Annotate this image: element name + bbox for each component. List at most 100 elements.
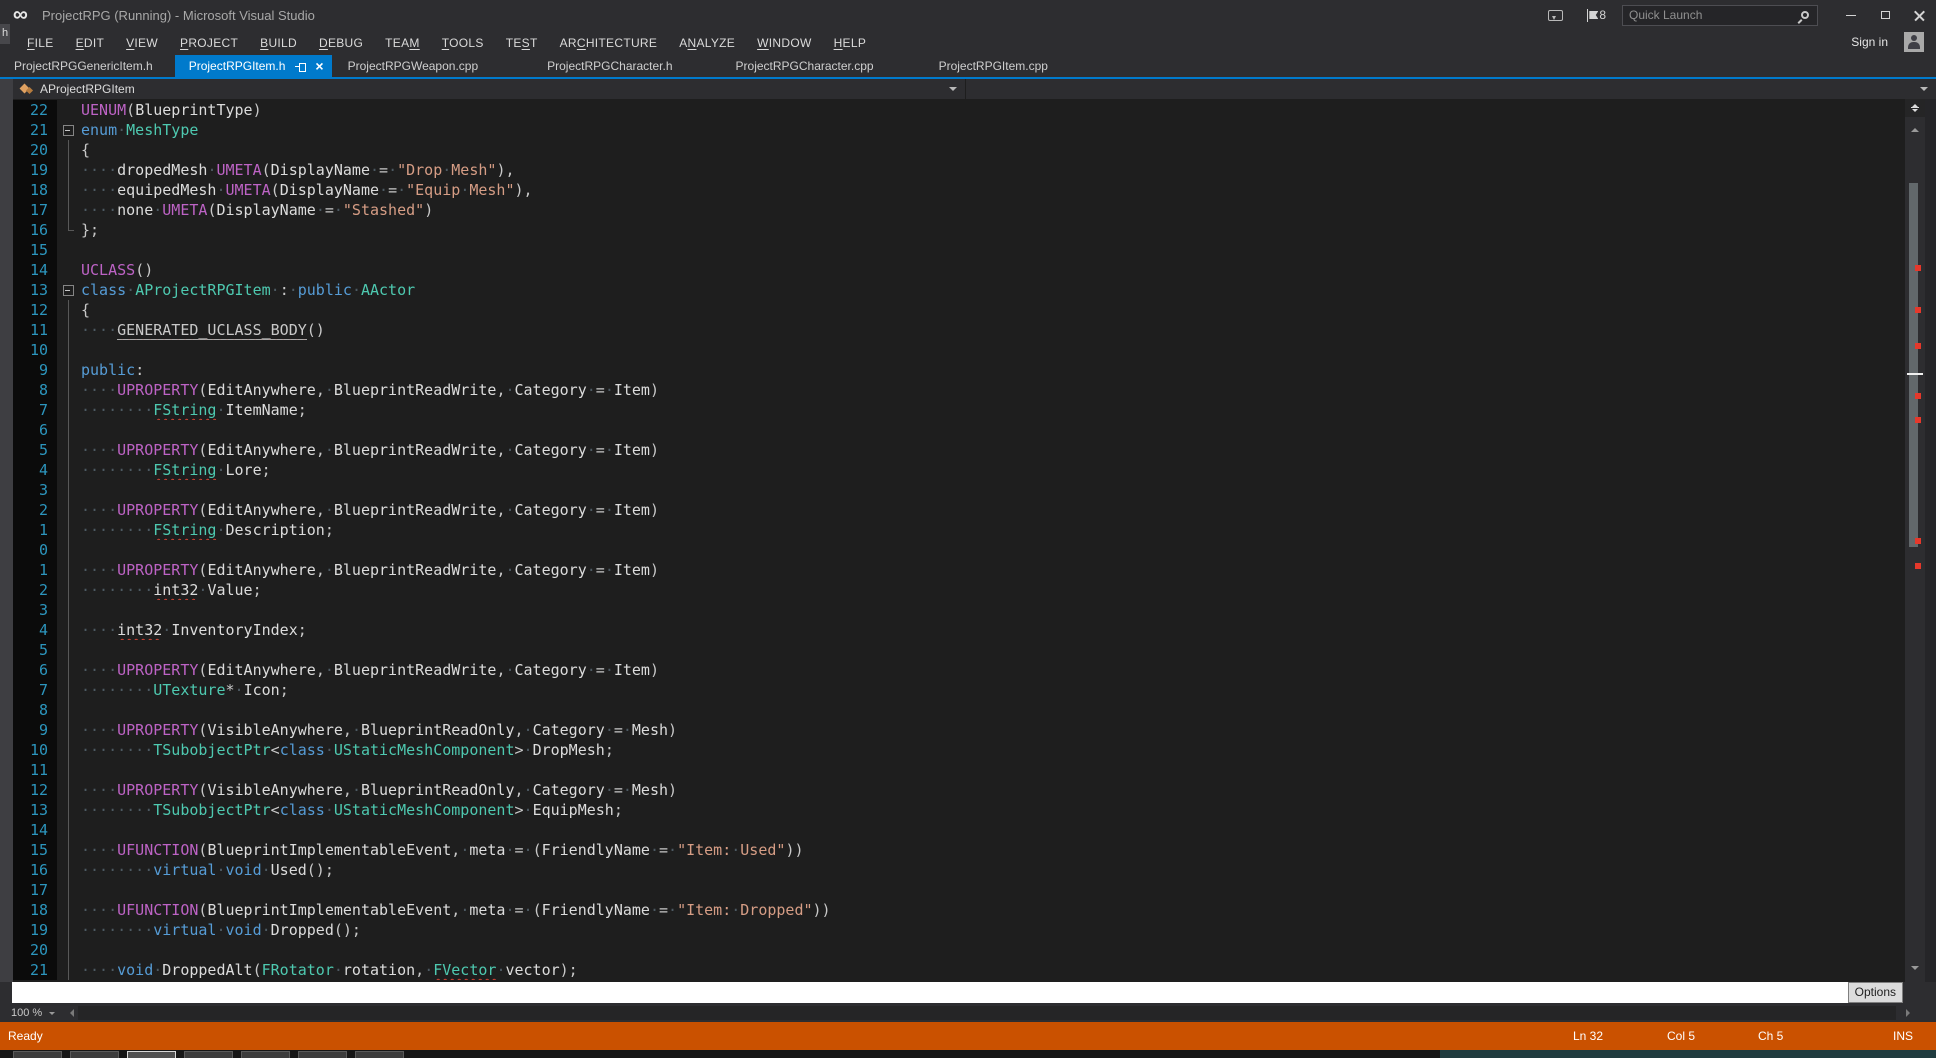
sign-in-link[interactable]: Sign in (1851, 35, 1888, 49)
tab-projectrpgcharacter.h[interactable]: ProjectRPGCharacter.h (533, 55, 686, 77)
options-button[interactable]: Options (1848, 982, 1903, 1003)
error-mark[interactable] (1915, 265, 1921, 271)
code-text[interactable]: ····none·UMETA(DisplayName·=·"Stashed") (81, 200, 1905, 220)
user-avatar-icon[interactable] (1904, 32, 1924, 52)
code-text[interactable]: ····UPROPERTY(VisibleAnywhere,·Blueprint… (81, 720, 1905, 740)
code-text[interactable] (81, 820, 1905, 840)
menu-architecture[interactable]: ARCHITECTURE (549, 32, 669, 54)
menu-tools[interactable]: TOOLS (431, 32, 495, 54)
code-text[interactable] (81, 760, 1905, 780)
code-text[interactable]: enum·MeshType (81, 120, 1905, 140)
code-text[interactable]: ········int32·Value; (81, 580, 1905, 600)
zoom-dropdown[interactable]: 100 % (6, 1005, 60, 1021)
tab-projectrpgitem.h[interactable]: ProjectRPGItem.h× (175, 55, 332, 77)
scroll-left-arrow-icon[interactable] (66, 1009, 74, 1017)
tab-projectrpgitem.cpp[interactable]: ProjectRPGItem.cpp (925, 55, 1062, 77)
code-text[interactable]: ····UPROPERTY(EditAnywhere,·BlueprintRea… (81, 500, 1905, 520)
taskbar-app-button[interactable] (355, 1051, 404, 1058)
code-area[interactable]: 22UENUM(BlueprintType)21enum·MeshType20{… (13, 100, 1905, 980)
taskbar-app-button[interactable] (184, 1051, 233, 1058)
notifications-flag[interactable]: 8 (1587, 8, 1606, 22)
restore-button[interactable] (1868, 2, 1902, 28)
code-text[interactable] (81, 940, 1905, 960)
fold-collapse-icon[interactable] (57, 120, 81, 140)
fold-collapse-icon[interactable] (57, 280, 81, 300)
code-text[interactable]: ····UPROPERTY(EditAnywhere,·BlueprintRea… (81, 560, 1905, 580)
tab-projectrpgweapon.cpp[interactable]: ProjectRPGWeapon.cpp (334, 55, 493, 77)
code-text[interactable] (81, 540, 1905, 560)
code-text[interactable]: ····UPROPERTY(EditAnywhere,·BlueprintRea… (81, 380, 1905, 400)
error-mark[interactable] (1915, 563, 1921, 569)
code-editor[interactable]: 22UENUM(BlueprintType)21enum·MeshType20{… (0, 99, 1936, 982)
taskbar-app-button[interactable] (241, 1051, 290, 1058)
minimize-button[interactable] (1834, 2, 1868, 28)
error-mark[interactable] (1915, 393, 1921, 399)
taskbar-app-button[interactable] (70, 1051, 119, 1058)
code-text[interactable]: ········FString·ItemName; (81, 400, 1905, 420)
code-text[interactable]: ········UTexture*·Icon; (81, 680, 1905, 700)
code-text[interactable]: class·AProjectRPGItem·:·public·AActor (81, 280, 1905, 300)
code-text[interactable]: UCLASS() (81, 260, 1905, 280)
code-text[interactable]: ····UPROPERTY(EditAnywhere,·BlueprintRea… (81, 440, 1905, 460)
code-text[interactable] (81, 700, 1905, 720)
scroll-right-arrow-icon[interactable] (1906, 1009, 1914, 1017)
scroll-down-arrow-icon[interactable] (1911, 966, 1919, 974)
taskbar-app-button[interactable] (127, 1051, 176, 1058)
code-text[interactable]: ····UPROPERTY(VisibleAnywhere,·Blueprint… (81, 780, 1905, 800)
code-text[interactable]: ····dropedMesh·UMETA(DisplayName·=·"Drop… (81, 160, 1905, 180)
menu-view[interactable]: VIEW (115, 32, 169, 54)
members-dropdown[interactable] (966, 79, 1936, 99)
code-text[interactable] (81, 240, 1905, 260)
code-text[interactable]: ········TSubobjectPtr<class·UStaticMeshC… (81, 800, 1905, 820)
error-mark[interactable] (1915, 538, 1921, 544)
code-text[interactable]: UENUM(BlueprintType) (81, 100, 1905, 120)
find-input[interactable] (12, 986, 1848, 1000)
code-text[interactable]: ····equipedMesh·UMETA(DisplayName·=·"Equ… (81, 180, 1905, 200)
error-mark[interactable] (1915, 343, 1921, 349)
code-text[interactable]: ····UPROPERTY(EditAnywhere,·BlueprintRea… (81, 660, 1905, 680)
feedback-icon[interactable] (1548, 10, 1563, 21)
types-dropdown[interactable]: AProjectRPGItem (13, 79, 965, 99)
scroll-up-arrow-icon[interactable] (1911, 124, 1919, 132)
close-tab-icon[interactable]: × (315, 61, 323, 71)
code-text[interactable] (81, 480, 1905, 500)
quick-launch-box[interactable] (1622, 5, 1818, 26)
code-text[interactable]: { (81, 140, 1905, 160)
menu-debug[interactable]: DEBUG (308, 32, 374, 54)
code-text[interactable]: }; (81, 220, 1905, 240)
code-text[interactable]: ····int32·InventoryIndex; (81, 620, 1905, 640)
taskbar-app-button[interactable] (13, 1051, 62, 1058)
code-text[interactable] (81, 640, 1905, 660)
code-text[interactable]: ········FString·Lore; (81, 460, 1905, 480)
vertical-scrollbar[interactable] (1905, 99, 1925, 982)
code-text[interactable]: ····GENERATED_UCLASS_BODY() (81, 320, 1905, 340)
scrollbar-thumb[interactable] (1909, 183, 1918, 547)
tab-projectrpggenericitem.h[interactable]: ProjectRPGGenericItem.h (0, 55, 167, 77)
code-text[interactable] (81, 420, 1905, 440)
code-text[interactable]: ····void·DroppedAlt(FRotator·rotation,·F… (81, 960, 1905, 980)
code-text[interactable]: ········virtual·void·Dropped(); (81, 920, 1905, 940)
menu-help[interactable]: HELP (823, 32, 878, 54)
menu-project[interactable]: PROJECT (169, 32, 249, 54)
code-text[interactable] (81, 880, 1905, 900)
pin-icon[interactable] (295, 61, 307, 71)
code-text[interactable]: ····UFUNCTION(BlueprintImplementableEven… (81, 900, 1905, 920)
code-text[interactable]: ····UFUNCTION(BlueprintImplementableEven… (81, 840, 1905, 860)
quick-launch-input[interactable] (1623, 8, 1801, 22)
code-text[interactable]: { (81, 300, 1905, 320)
tab-projectrpgcharacter.cpp[interactable]: ProjectRPGCharacter.cpp (722, 55, 888, 77)
menu-edit[interactable]: EDIT (65, 32, 116, 54)
menu-file[interactable]: FILE (16, 32, 65, 54)
code-text[interactable] (81, 340, 1905, 360)
close-button[interactable] (1902, 2, 1936, 28)
splitter-handle-icon[interactable] (1905, 99, 1925, 117)
code-text[interactable]: ········FString·Description; (81, 520, 1905, 540)
code-text[interactable]: public: (81, 360, 1905, 380)
taskbar-app-button[interactable] (298, 1051, 347, 1058)
menu-test[interactable]: TEST (495, 32, 549, 54)
menu-team[interactable]: TEAM (374, 32, 431, 54)
code-text[interactable]: ········virtual·void·Used(); (81, 860, 1905, 880)
code-text[interactable] (81, 600, 1905, 620)
menu-build[interactable]: BUILD (249, 32, 308, 54)
code-text[interactable]: ········TSubobjectPtr<class·UStaticMeshC… (81, 740, 1905, 760)
